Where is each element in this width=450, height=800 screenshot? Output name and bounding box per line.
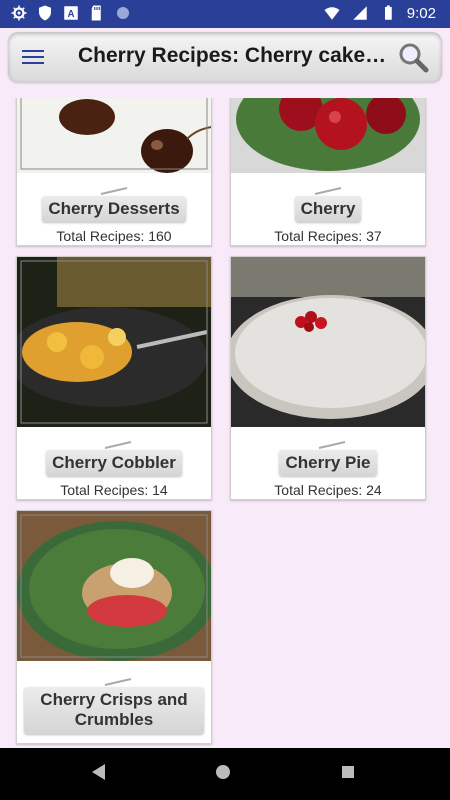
recipe-count: Total Recipes: 160 bbox=[56, 228, 172, 244]
category-label: Cherry Desserts bbox=[42, 196, 186, 222]
battery-icon bbox=[384, 5, 392, 20]
decorative-icon bbox=[104, 678, 132, 686]
decorative-icon bbox=[318, 441, 346, 449]
category-label: Cherry Pie bbox=[279, 450, 377, 476]
recent-apps-icon[interactable] bbox=[342, 766, 354, 778]
recipe-count: Total Recipes: 37 bbox=[274, 228, 382, 244]
category-label: Cherry bbox=[294, 196, 362, 222]
category-card-cherry-cobbler[interactable]: Cherry Cobbler Total Recipes: 14 bbox=[16, 256, 212, 500]
category-image bbox=[17, 257, 211, 427]
status-bar: A 9:02 bbox=[0, 0, 450, 28]
shield-icon bbox=[39, 5, 51, 21]
back-icon[interactable] bbox=[92, 764, 105, 780]
category-card-cherry[interactable]: Cherry Total Recipes: 37 bbox=[230, 98, 426, 246]
page-title: Cherry Recipes: Cherry cake,… bbox=[78, 44, 388, 67]
font-a-icon: A bbox=[64, 6, 78, 20]
category-label: Cherry Cobbler bbox=[46, 450, 182, 476]
category-label: Cherry Crisps and Crumbles bbox=[24, 687, 204, 734]
home-icon[interactable] bbox=[216, 765, 230, 779]
sd-card-icon bbox=[91, 5, 101, 21]
status-time: 9:02 bbox=[406, 4, 436, 22]
decorative-icon bbox=[314, 187, 342, 195]
search-icon[interactable] bbox=[396, 40, 430, 74]
system-nav-bar bbox=[0, 748, 450, 800]
category-image bbox=[17, 511, 211, 661]
recipe-count: Total Recipes: 14 bbox=[60, 482, 168, 498]
hamburger-icon bbox=[22, 50, 44, 52]
category-card-cherry-crisps-and-crumbles[interactable]: Cherry Crisps and Crumbles bbox=[16, 510, 212, 744]
category-card-cherry-desserts[interactable]: Cherry Desserts Total Recipes: 160 bbox=[16, 98, 212, 246]
settings-icon bbox=[11, 5, 27, 21]
menu-button[interactable] bbox=[22, 46, 44, 68]
signal-icon bbox=[353, 6, 367, 20]
wifi-icon bbox=[324, 7, 340, 20]
decorative-icon bbox=[104, 441, 132, 449]
category-card-cherry-pie[interactable]: Cherry Pie Total Recipes: 24 bbox=[230, 256, 426, 500]
recipe-count: Total Recipes: 24 bbox=[274, 482, 382, 498]
svg-text:A: A bbox=[67, 9, 74, 20]
category-image bbox=[231, 257, 425, 427]
app-bar: Cherry Recipes: Cherry cake,… bbox=[8, 32, 442, 82]
decorative-icon bbox=[100, 187, 128, 195]
sync-icon bbox=[117, 7, 129, 19]
category-grid[interactable]: Cherry Desserts Total Recipes: 160 Cherr… bbox=[0, 98, 450, 746]
category-image bbox=[17, 98, 211, 173]
category-image bbox=[231, 98, 425, 173]
